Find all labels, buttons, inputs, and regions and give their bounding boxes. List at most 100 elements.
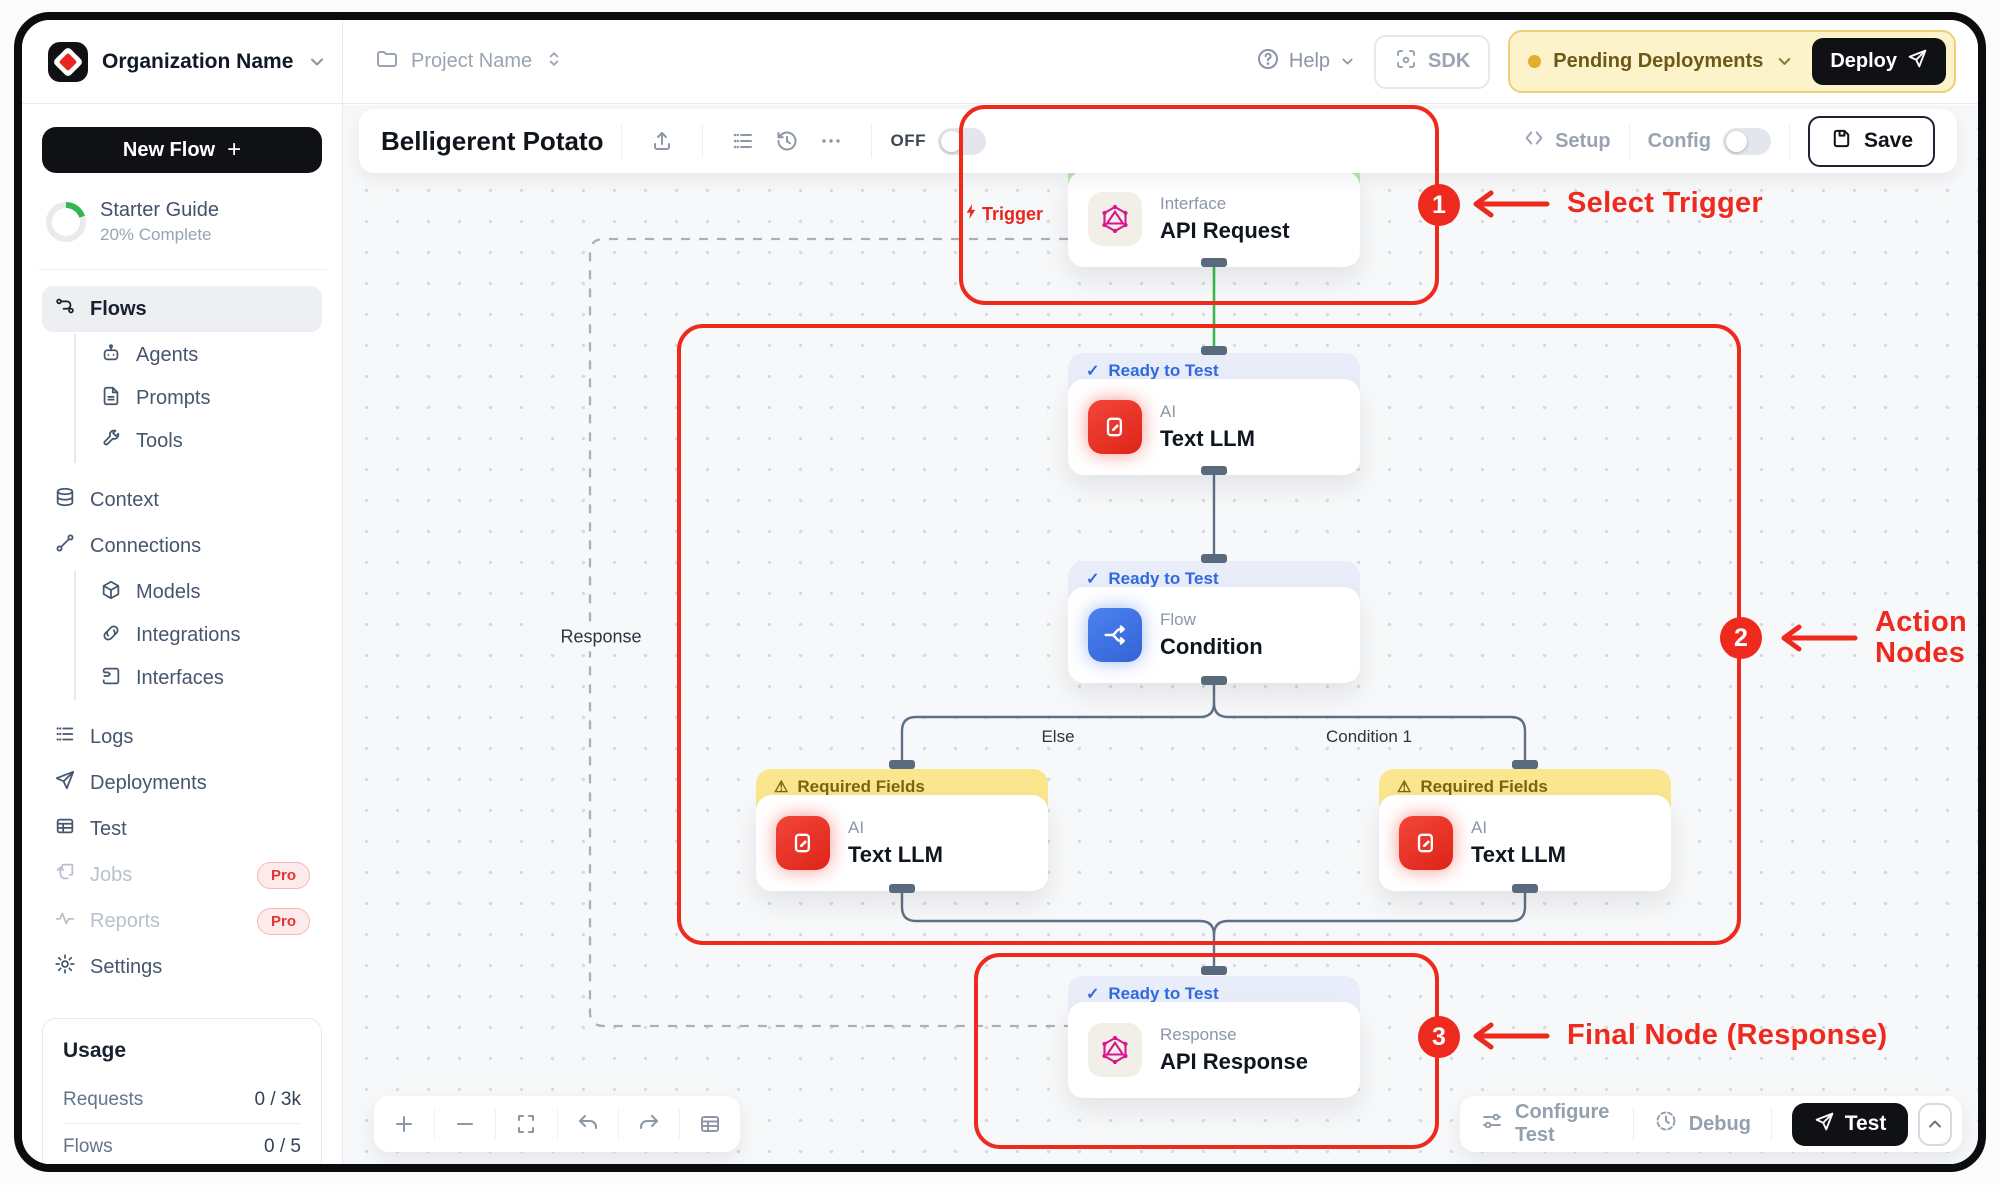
project-selector[interactable]: Project Name [343,47,564,76]
help-menu[interactable]: Help [1256,47,1356,77]
chevron-down-icon[interactable] [307,52,327,72]
data-table-button[interactable] [680,1096,740,1152]
interface-icon [100,665,122,693]
sidebar-item-label: Test [90,818,127,841]
annotation-number-3: 3 [1418,1016,1460,1058]
config-toggle[interactable] [1723,128,1771,155]
usage-label: Requests [63,1089,143,1111]
sidebar-item-label: Logs [90,726,133,749]
pending-deployments-pill[interactable]: Pending Deployments Deploy [1508,30,1956,93]
test-button[interactable]: Test [1792,1103,1909,1146]
org-switcher[interactable]: Organization Name [22,20,343,103]
document-icon [100,385,122,413]
zoom-out-button[interactable] [435,1096,495,1152]
send-icon [1907,48,1928,75]
sidebar-item-settings[interactable]: Settings [42,944,322,990]
annotation-label-action-nodes: Action Nodes [1775,607,1967,669]
sidebar-item-label: Prompts [136,387,210,410]
flow-title[interactable]: Belligerent Potato [381,126,603,157]
usage-card: Usage Requests 0 / 3k Flows 0 / 5 [42,1018,322,1172]
sidebar-item-logs[interactable]: Logs [42,714,322,760]
sidebar-item-label: Integrations [136,624,241,647]
sidebar-item-test[interactable]: Test [42,806,322,852]
deploy-label: Deploy [1830,50,1897,73]
sidebar: New Flow + Starter Guide 20% Complete Fl… [22,105,343,1164]
sidebar-item-connections[interactable]: Connections [42,523,322,569]
usage-row-requests: Requests 0 / 3k [63,1077,301,1124]
sidebar-item-deployments[interactable]: Deployments [42,760,322,806]
undo-button[interactable] [558,1096,618,1152]
divider [38,269,326,270]
list-icon [54,723,76,751]
sidebar-item-agents[interactable]: Agents [88,334,322,377]
sidebar-item-models[interactable]: Models [88,571,322,614]
sidebar-item-flows[interactable]: Flows [42,286,322,332]
progress-ring-icon [46,202,86,242]
arrow-left-icon [1467,189,1551,219]
response-edge-label: Response [550,623,651,652]
test-label: Test [1845,1112,1887,1136]
export-icon[interactable] [640,119,684,163]
more-options-icon[interactable] [809,119,853,163]
sidebar-item-reports[interactable]: Reports Pro [42,898,322,944]
debug-button[interactable]: Debug [1654,1109,1751,1139]
sidebar-item-integrations[interactable]: Integrations [88,614,322,657]
sdk-label: SDK [1428,50,1470,73]
selector-updown-icon [544,49,564,74]
list-view-icon[interactable] [721,119,765,163]
save-label: Save [1864,129,1913,153]
project-name: Project Name [411,50,532,73]
annotation-box-trigger [959,105,1439,305]
chevron-down-icon[interactable] [1775,52,1794,71]
connections-subgroup: Models Integrations Interfaces [74,571,322,700]
sidebar-item-jobs[interactable]: Jobs Pro [42,852,322,898]
config-label: Config [1648,130,1711,153]
setup-button[interactable]: Setup [1523,127,1611,155]
redo-button[interactable] [619,1096,679,1152]
zoom-in-button[interactable] [374,1096,434,1152]
collapse-panel-button[interactable] [1918,1103,1952,1146]
sidebar-item-label: Models [136,581,200,604]
sidebar-item-label: Connections [90,535,201,558]
pulse-icon [54,907,76,935]
setup-label: Setup [1555,130,1611,153]
sidebar-item-label: Interfaces [136,667,224,690]
flows-subgroup: Agents Prompts Tools [74,334,322,463]
chevron-up-icon [1925,1114,1945,1134]
test-action-bar: Configure Test Debug Test [1460,1096,1962,1152]
sliders-icon [1480,1109,1504,1139]
sidebar-item-label: Settings [90,956,162,979]
sidebar-item-label: Reports [90,910,160,933]
save-icon [1830,127,1853,156]
usage-row-flows: Flows 0 / 5 [63,1124,301,1171]
fit-view-button[interactable] [496,1096,556,1152]
flow-canvas[interactable]: Belligerent Potato OFF [343,105,1978,1164]
annotation-box-actions [677,324,1741,945]
pro-badge: Pro [257,908,310,935]
save-button[interactable]: Save [1808,116,1935,167]
deploy-button[interactable]: Deploy [1812,38,1946,85]
history-icon[interactable] [765,119,809,163]
pending-dot-icon [1528,55,1541,68]
top-bar: Organization Name Project Name Help [22,20,1978,104]
help-label: Help [1289,50,1330,73]
cube-icon [100,579,122,607]
plus-icon: + [227,136,241,164]
loop-icon [100,622,122,650]
sidebar-item-prompts[interactable]: Prompts [88,377,322,420]
new-flow-button[interactable]: New Flow + [42,127,322,173]
sidebar-item-tools[interactable]: Tools [88,420,322,463]
sidebar-item-interfaces[interactable]: Interfaces [88,657,322,700]
starter-guide-title: Starter Guide [100,199,219,222]
wrench-icon [100,428,122,456]
sdk-button[interactable]: SDK [1374,35,1490,89]
database-icon [54,486,76,514]
sdk-icon [1394,47,1418,77]
arrow-left-icon [1775,623,1859,653]
arrow-left-icon [1467,1021,1551,1051]
pro-badge: Pro [257,862,310,889]
configure-test-button[interactable]: Configure Test [1480,1101,1613,1147]
starter-guide[interactable]: Starter Guide 20% Complete [46,199,318,245]
sidebar-item-context[interactable]: Context [42,477,322,523]
paper-plane-icon [54,769,76,797]
